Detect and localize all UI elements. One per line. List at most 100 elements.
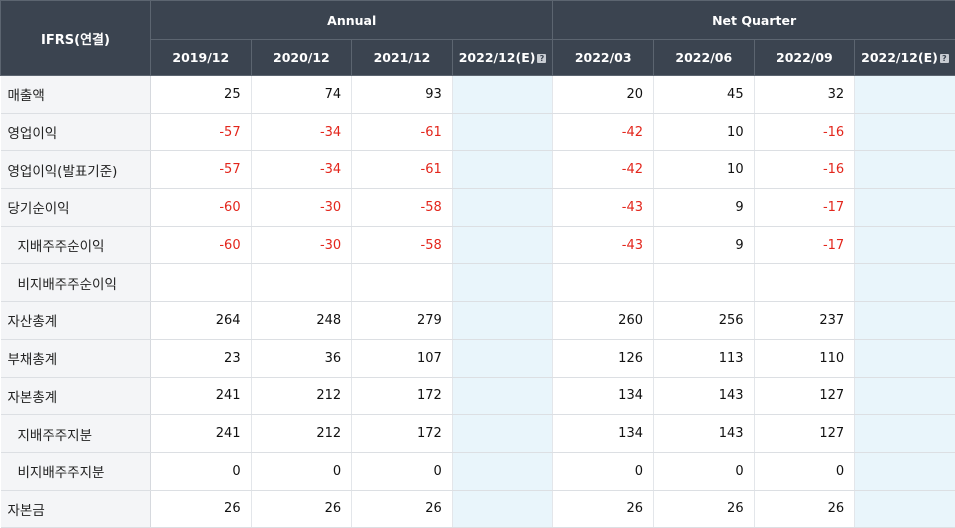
estimate-help-icon[interactable]: ? — [940, 54, 949, 63]
value-cell: -60 — [151, 189, 252, 227]
table-row: 지배주주지분241212172134143127 — [1, 415, 955, 453]
value-cell: 237 — [754, 302, 855, 340]
value-cell — [855, 189, 955, 227]
row-label: 비지배주주지분 — [1, 452, 151, 490]
value-cell: 32 — [754, 76, 855, 114]
value-cell: 126 — [553, 339, 654, 377]
value-cell — [553, 264, 654, 302]
value-cell — [855, 264, 955, 302]
value-cell — [452, 302, 553, 340]
row-label: 부채총계 — [1, 339, 151, 377]
value-cell — [654, 264, 755, 302]
period-header-annual-2: 2021/12 — [352, 40, 453, 76]
value-cell: 26 — [151, 490, 252, 528]
period-header-quarter-6: 2022/09 — [754, 40, 855, 76]
value-cell — [754, 264, 855, 302]
period-label: 2022/06 — [675, 50, 732, 65]
value-cell — [452, 452, 553, 490]
value-cell: 0 — [151, 452, 252, 490]
value-cell — [452, 377, 553, 415]
value-cell: 241 — [151, 415, 252, 453]
value-cell: 0 — [654, 452, 755, 490]
value-cell: 134 — [553, 415, 654, 453]
table-row: 영업이익-57-34-61-4210-16 — [1, 113, 955, 151]
period-header-annual-0: 2019/12 — [151, 40, 252, 76]
row-label: 영업이익 — [1, 113, 151, 151]
value-cell: 0 — [553, 452, 654, 490]
value-cell — [151, 264, 252, 302]
value-cell: 127 — [754, 377, 855, 415]
quarter-group-header: Net Quarter — [553, 1, 955, 40]
row-label: 당기순이익 — [1, 189, 151, 227]
value-cell: -43 — [553, 189, 654, 227]
value-cell — [855, 76, 955, 114]
annual-group-header: Annual — [151, 1, 553, 40]
value-cell — [452, 226, 553, 264]
value-cell — [855, 113, 955, 151]
value-cell: -57 — [151, 113, 252, 151]
value-cell — [452, 151, 553, 189]
value-cell: 9 — [654, 226, 755, 264]
value-cell: 172 — [352, 377, 453, 415]
corner-header: IFRS(연결) — [1, 1, 151, 76]
table-body: 매출액257493204532영업이익-57-34-61-4210-16영업이익… — [1, 76, 955, 528]
value-cell: 0 — [754, 452, 855, 490]
value-cell: 256 — [654, 302, 755, 340]
table-row: 자본금262626262626 — [1, 490, 955, 528]
value-cell: 241 — [151, 377, 252, 415]
row-label: 지배주주지분 — [1, 415, 151, 453]
value-cell: -58 — [352, 189, 453, 227]
value-cell: -61 — [352, 113, 453, 151]
value-cell — [855, 302, 955, 340]
value-cell: 264 — [151, 302, 252, 340]
period-header-annual-3: 2022/12(E)? — [452, 40, 553, 76]
value-cell: 26 — [654, 490, 755, 528]
value-cell: 172 — [352, 415, 453, 453]
value-cell: 279 — [352, 302, 453, 340]
row-label: 자본총계 — [1, 377, 151, 415]
value-cell: 110 — [754, 339, 855, 377]
period-label: 2022/12(E) — [861, 50, 938, 65]
value-cell: 143 — [654, 377, 755, 415]
value-cell — [855, 452, 955, 490]
value-cell: -43 — [553, 226, 654, 264]
table-header: IFRS(연결) Annual Net Quarter 2019/12 2020/… — [1, 1, 955, 76]
period-label: 2022/03 — [575, 50, 632, 65]
value-cell: 212 — [251, 377, 352, 415]
table-row: 영업이익(발표기준)-57-34-61-4210-16 — [1, 151, 955, 189]
value-cell: 74 — [251, 76, 352, 114]
value-cell: 134 — [553, 377, 654, 415]
value-cell: -30 — [251, 226, 352, 264]
row-label: 자산총계 — [1, 302, 151, 340]
value-cell — [855, 151, 955, 189]
value-cell — [855, 339, 955, 377]
value-cell: 0 — [251, 452, 352, 490]
value-cell: -34 — [251, 151, 352, 189]
value-cell: 9 — [654, 189, 755, 227]
value-cell — [452, 189, 553, 227]
value-cell: 26 — [553, 490, 654, 528]
value-cell — [251, 264, 352, 302]
value-cell: 26 — [754, 490, 855, 528]
value-cell — [855, 226, 955, 264]
value-cell: 107 — [352, 339, 453, 377]
period-header-quarter-5: 2022/06 — [654, 40, 755, 76]
period-label: 2020/12 — [273, 50, 330, 65]
table-row: 매출액257493204532 — [1, 76, 955, 114]
value-cell: 25 — [151, 76, 252, 114]
financial-summary-table: IFRS(연결) Annual Net Quarter 2019/12 2020/… — [0, 0, 955, 528]
value-cell: 93 — [352, 76, 453, 114]
value-cell: 212 — [251, 415, 352, 453]
value-cell: -34 — [251, 113, 352, 151]
value-cell — [452, 113, 553, 151]
table-row: 자본총계241212172 134143127 — [1, 377, 955, 415]
value-cell: -57 — [151, 151, 252, 189]
value-cell: 0 — [352, 452, 453, 490]
table-row: 당기순이익-60-30-58-439-17 — [1, 189, 955, 227]
period-label: 2022/12(E) — [459, 50, 536, 65]
table-row: 자산총계264248279260256237 — [1, 302, 955, 340]
period-label: 2022/09 — [776, 50, 833, 65]
value-cell: -30 — [251, 189, 352, 227]
period-header-quarter-4: 2022/03 — [553, 40, 654, 76]
estimate-help-icon[interactable]: ? — [537, 54, 546, 63]
